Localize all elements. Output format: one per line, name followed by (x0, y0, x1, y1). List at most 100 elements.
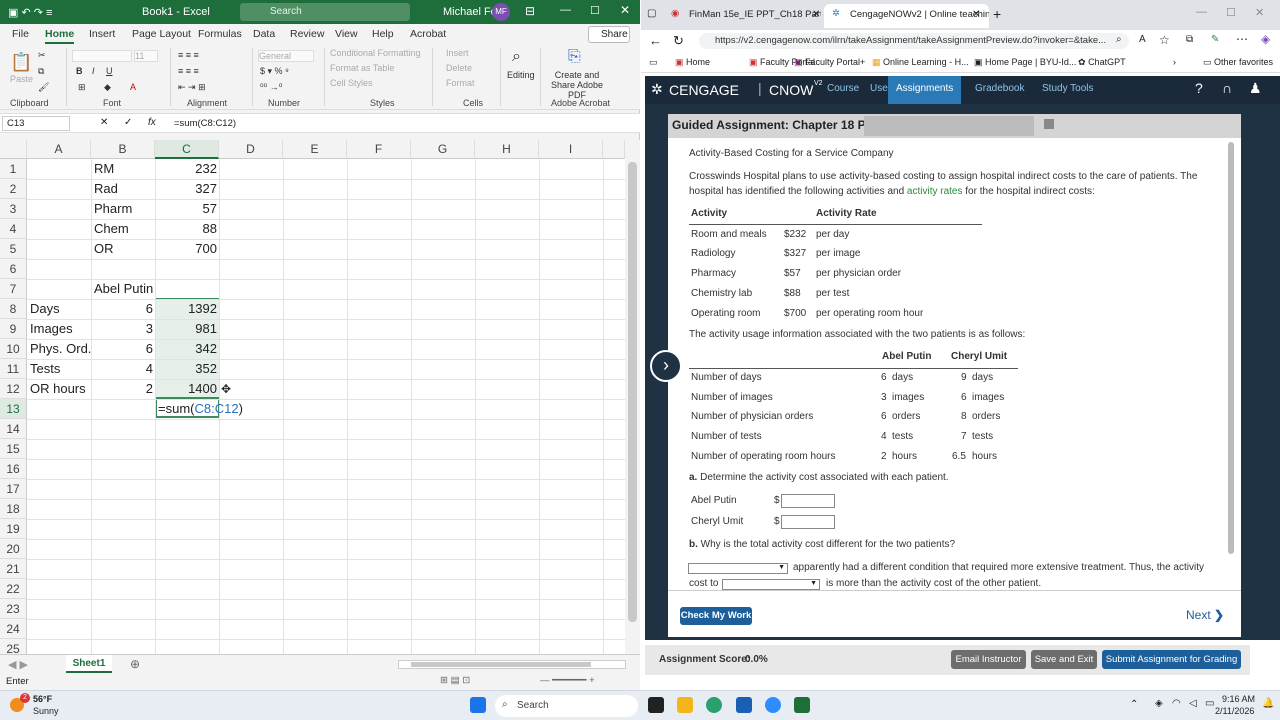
nav-assignments[interactable]: Assignments (888, 76, 962, 104)
row-header[interactable]: 24 (0, 619, 27, 639)
column-header[interactable]: E (283, 140, 347, 159)
tab-view[interactable]: View (335, 28, 358, 40)
sheet-nav-icon[interactable]: ◀ ▶ (8, 658, 28, 671)
row-header[interactable]: 13 (0, 399, 27, 419)
select-all-corner[interactable] (0, 140, 27, 159)
avatar[interactable]: MF (492, 3, 510, 21)
copilot-icon[interactable]: ◈ (1261, 32, 1270, 46)
wifi-icon[interactable]: ◠ (1172, 698, 1181, 709)
cell-c1[interactable]: 232 (155, 159, 217, 179)
row-header[interactable]: 18 (0, 499, 27, 519)
underline-button[interactable]: U (106, 66, 113, 76)
format-as-table-button[interactable]: Format as Table (330, 63, 394, 73)
task-view-icon[interactable] (648, 697, 664, 713)
cell-c4[interactable]: 88 (155, 219, 217, 239)
close-icon[interactable]: ✕ (1255, 6, 1264, 19)
minimize-icon[interactable]: — (560, 4, 571, 16)
add-sheet-icon[interactable]: ⊕ (130, 657, 140, 671)
abel-cost-input[interactable] (781, 494, 835, 508)
paste-icon[interactable]: 📋 (10, 52, 32, 73)
tab-acrobat[interactable]: Acrobat (410, 28, 446, 40)
back-icon[interactable]: ← (649, 33, 662, 48)
cell-b7[interactable]: Abel Putin (94, 279, 153, 299)
nav-gradebook[interactable]: Gradebook (975, 83, 1024, 94)
cell-b9[interactable]: 3 (91, 319, 153, 339)
borders-icon[interactable]: ⊞ (78, 82, 86, 93)
cell-b10[interactable]: 6 (91, 339, 153, 359)
column-header[interactable] (603, 140, 625, 159)
horizontal-scrollbar[interactable] (398, 660, 626, 669)
sheet-tab-sheet1[interactable]: Sheet1 (66, 655, 112, 673)
enter-icon[interactable]: ✓ (124, 117, 132, 128)
patient-select-2[interactable]: ▼ (722, 579, 820, 590)
cell-c3[interactable]: 57 (155, 199, 217, 219)
patient-select[interactable]: ▼ (688, 563, 788, 574)
conditional-formatting-button[interactable]: Conditional Formatting (330, 48, 421, 58)
chevron-up-icon[interactable]: ⌃ (1130, 699, 1138, 710)
cell-c11[interactable]: 352 (155, 359, 217, 379)
cell-a12[interactable]: OR hours (30, 379, 86, 399)
url-input[interactable]: https://v2.cengagenow.com/ilrn/takeAssig… (699, 33, 1129, 49)
cell-c13-editing[interactable]: =sum(C8:C12) (158, 399, 243, 419)
favorites-icon[interactable]: ▭ (649, 57, 658, 68)
chevron-right-icon[interactable]: › (1173, 57, 1176, 67)
expand-panel-icon[interactable]: › (650, 350, 682, 382)
row-header[interactable]: 3 (0, 199, 27, 219)
other-favorites[interactable]: ▭ Other favorites (1203, 57, 1273, 68)
excel-app-icon[interactable] (794, 697, 810, 713)
refresh-icon[interactable]: ↻ (673, 33, 684, 49)
view-buttons-icon[interactable]: ⊞ ▤ ⊡ (440, 675, 470, 686)
favorite-chatgpt[interactable]: ✿ ChatGPT (1078, 57, 1126, 68)
user-icon[interactable]: ♟ (1249, 80, 1262, 97)
cell-c10[interactable]: 342 (155, 339, 217, 359)
paste-button[interactable]: Paste (10, 74, 33, 84)
row-header[interactable]: 19 (0, 519, 27, 539)
edge-icon[interactable] (706, 697, 722, 713)
currency-icon[interactable]: $ ▾ % ⁹ (260, 66, 289, 77)
column-header[interactable]: F (347, 140, 411, 159)
activity-rates-link[interactable]: activity rates (907, 186, 963, 197)
extension-icon[interactable]: ✎ (1211, 34, 1219, 45)
clock-time[interactable]: 9:16 AM (1222, 694, 1255, 704)
minimize-icon[interactable]: — (1196, 6, 1207, 18)
spreadsheet-grid[interactable]: A B C D E F G H I 1 2 3 4 5 6 7 8 9 10 1… (0, 140, 625, 654)
autosave-icon[interactable]: ▣ ↶ ↷ ≡ (8, 6, 52, 19)
help-icon[interactable]: ? (1195, 80, 1203, 96)
row-header[interactable]: 20 (0, 539, 27, 559)
check-my-work-button[interactable]: Check My Work (680, 607, 752, 625)
taskbar-search[interactable]: ⌕ Search (495, 695, 638, 717)
insert-cells-button[interactable]: Insert (446, 48, 469, 58)
row-header[interactable]: 8 (0, 299, 27, 319)
windows-start-icon[interactable] (470, 697, 486, 713)
row-header[interactable]: 1 (0, 159, 27, 179)
battery-icon[interactable]: ▭ (1205, 698, 1214, 709)
submit-assignment-button[interactable]: Submit Assignment for Grading (1102, 650, 1241, 669)
maximize-icon[interactable]: ☐ (1226, 6, 1236, 19)
cell-c12[interactable]: 1400 (155, 379, 217, 399)
row-header[interactable]: 6 (0, 259, 27, 279)
extensions-icon[interactable]: ⧉ (1186, 34, 1193, 45)
number-format-select[interactable]: General (258, 50, 314, 62)
headset-icon[interactable]: ∩ (1222, 80, 1232, 96)
tab-insert[interactable]: Insert (89, 28, 115, 40)
row-header[interactable]: 16 (0, 459, 27, 479)
row-header[interactable]: 15 (0, 439, 27, 459)
cell-b2[interactable]: Rad (94, 179, 118, 199)
row-header[interactable]: 14 (0, 419, 27, 439)
italic-button[interactable]: I (92, 66, 95, 76)
row-header[interactable]: 2 (0, 179, 27, 199)
font-color-icon[interactable]: A (130, 82, 136, 92)
cell-a11[interactable]: Tests (30, 359, 60, 379)
maximize-icon[interactable]: ☐ (590, 4, 600, 17)
format-cells-button[interactable]: Format (446, 78, 475, 88)
cell-b1[interactable]: RM (94, 159, 114, 179)
close-tab-icon[interactable]: ✕ (812, 9, 820, 20)
cell-a8[interactable]: Days (30, 299, 60, 319)
scrollbar-thumb[interactable] (411, 662, 591, 667)
indent-icon[interactable]: ⇤ ⇥ ⊞ (178, 82, 206, 93)
column-header[interactable]: B (91, 140, 155, 159)
weather-temp[interactable]: 56°F (33, 694, 52, 704)
cell-b5[interactable]: OR (94, 239, 114, 259)
close-tab-icon[interactable]: ✕ (972, 9, 980, 20)
tab-help[interactable]: Help (372, 28, 394, 40)
